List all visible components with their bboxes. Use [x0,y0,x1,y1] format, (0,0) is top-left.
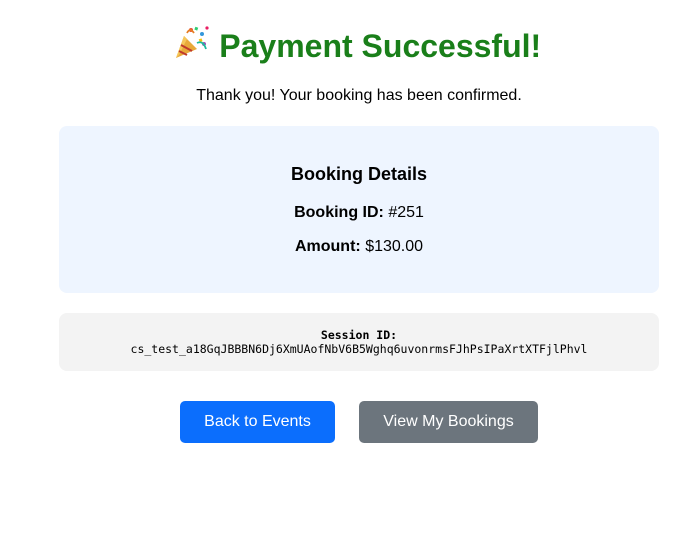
party-popper-icon [175,26,209,58]
page-header: Payment Successful! [0,24,674,65]
amount-label: Amount: [294,238,361,255]
booking-id-row: Booking ID: #251 [59,204,659,222]
session-id-value: cs_test_a18GqJBBBN6Dj6XmUAofNbV6B5Wghq6u… [130,342,588,356]
booking-id-value: #251 [388,204,424,221]
session-id-label: Session ID: [320,328,398,342]
payment-success-page: Payment Successful! Thank you! Your book… [0,0,674,554]
booking-details-card: Booking Details Booking ID: #251 Amount:… [59,126,659,293]
page-title: Payment Successful! [219,28,542,64]
view-my-bookings-button[interactable]: View My Bookings [359,401,538,443]
amount-value: $130.00 [365,238,424,255]
session-id-box: Session ID: cs_test_a18GqJBBBN6Dj6XmUAof… [59,313,659,371]
booking-id-label: Booking ID: [294,204,384,221]
booking-details-heading: Booking Details [290,164,428,184]
back-to-events-button[interactable]: Back to Events [180,401,335,443]
amount-row: Amount: $130.00 [59,238,659,256]
confirmation-message: Thank you! Your booking has been confirm… [196,87,522,104]
